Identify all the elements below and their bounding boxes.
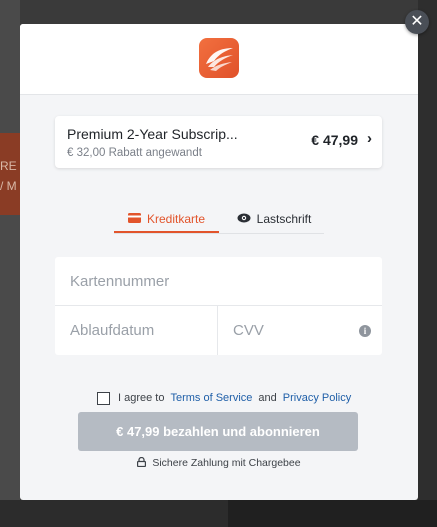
agree-prefix: I agree to: [118, 392, 165, 404]
tab-credit-card[interactable]: Kreditkarte: [114, 206, 219, 233]
card-form: Kartennummer Ablaufdatum CVV i: [55, 257, 382, 355]
card-number-placeholder: Kartennummer: [70, 273, 170, 290]
tab-credit-card-label: Kreditkarte: [146, 211, 206, 226]
pay-subscribe-button[interactable]: € 47,99 bezahlen und abonnieren: [78, 412, 358, 451]
background-page-right: [418, 0, 437, 527]
cvv-placeholder: CVV: [233, 322, 264, 339]
modal-header: [20, 24, 418, 95]
secure-payment-note: Sichere Zahlung mit Chargebee: [20, 456, 418, 470]
eye-icon: [237, 208, 251, 230]
agree-and: and: [258, 392, 277, 404]
plan-discount: € 32,00 Rabatt angewandt: [67, 147, 202, 159]
expiry-placeholder: Ablaufdatum: [70, 322, 155, 339]
cvv-field[interactable]: CVV i: [218, 306, 382, 355]
lock-icon: [137, 456, 147, 470]
background-page-bottom-right: [228, 500, 437, 527]
plan-summary-card[interactable]: Premium 2-Year Subscrip... € 32,00 Rabat…: [55, 116, 382, 168]
terms-checkbox[interactable]: [97, 391, 110, 405]
card-number-field[interactable]: Kartennummer: [55, 257, 382, 306]
privacy-policy-link[interactable]: Privacy Policy: [283, 392, 351, 404]
info-icon[interactable]: i: [359, 325, 371, 337]
tab-direct-debit[interactable]: Lastschrift: [224, 206, 324, 232]
credit-card-icon: [127, 208, 141, 230]
checkout-modal: Premium 2-Year Subscrip... € 32,00 Rabat…: [20, 24, 418, 500]
payment-method-tabs: Kreditkarte Lastschrift: [114, 206, 324, 234]
background-banner-text: RE F / M: [0, 159, 17, 193]
chevron-right-icon: ›: [367, 130, 372, 147]
plan-name: Premium 2-Year Subscrip...: [67, 126, 238, 142]
terms-of-service-link[interactable]: Terms of Service: [170, 392, 252, 404]
background-page-left: [0, 0, 20, 527]
terms-agreement: I agree to Terms of Service and Privacy …: [97, 390, 351, 406]
secure-payment-text: Sichere Zahlung mit Chargebee: [152, 457, 301, 469]
tab-direct-debit-label: Lastschrift: [256, 212, 312, 226]
plan-price: € 47,99: [311, 132, 358, 148]
brand-logo: [199, 38, 239, 78]
close-button[interactable]: ✕: [405, 10, 429, 34]
expiry-date-field[interactable]: Ablaufdatum: [55, 306, 218, 355]
